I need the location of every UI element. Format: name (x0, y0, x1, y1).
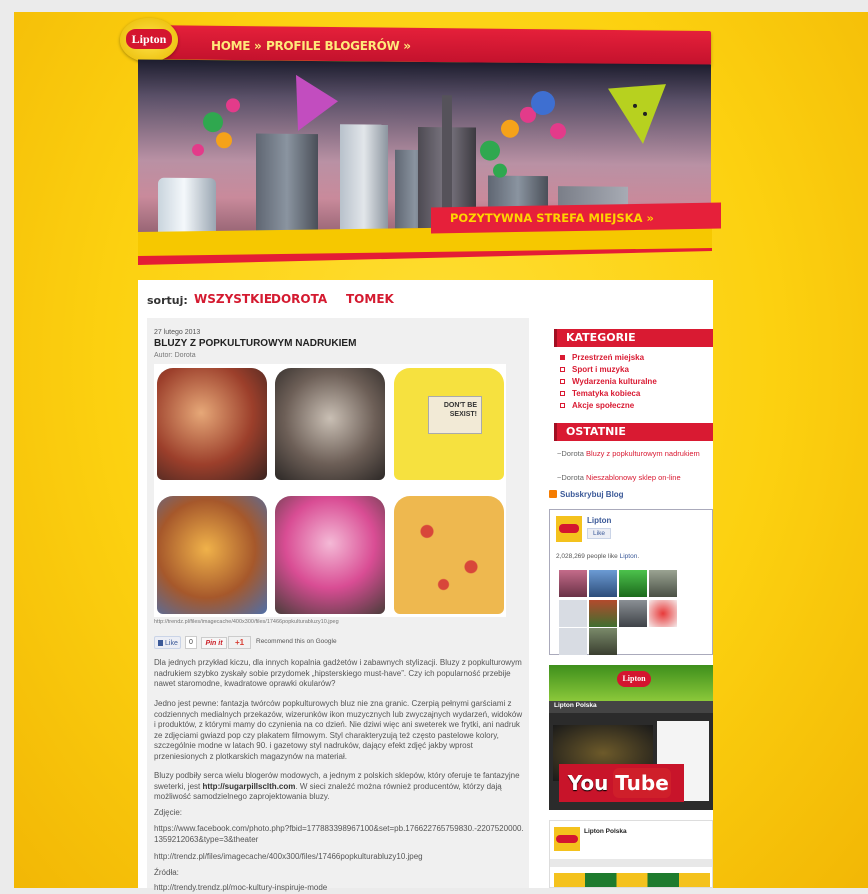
facebook-like-box: Lipton Like 2,028,269 people like Lipton… (549, 509, 713, 655)
article-paragraph-3: Bluzy podbiły serca wielu blogerów modow… (154, 771, 524, 803)
lp-title: Lipton Polska (584, 828, 627, 835)
article-paragraph-1: Dla jednych przykład kiczu, dla innych k… (154, 658, 522, 689)
yt-lipton-badge: Lipton (617, 671, 651, 687)
sweater-photo-3: DON'T BE SEXIST! (394, 368, 504, 480)
sweater-photo-6 (394, 496, 504, 614)
facebook-icon (158, 640, 163, 646)
yt-you-text: You (567, 771, 609, 795)
subscribe-link[interactable]: Subskrybuj Blog (549, 490, 624, 499)
sweater-photo-2 (275, 368, 385, 480)
shirt-print: DON'T BE SEXIST! (428, 396, 482, 434)
photo-source-1[interactable]: https://www.facebook.com/photo.php?fbid=… (154, 824, 524, 845)
sweater-photo-5 (275, 496, 385, 614)
article-photo-grid[interactable]: DON'T BE SEXIST! (154, 364, 506, 617)
recent-title[interactable]: Bluzy z popkulturowym nadrukiem (586, 449, 700, 458)
lp-thumbnail (554, 827, 580, 851)
bullet-icon (560, 355, 565, 360)
lipton-logo[interactable]: Lipton (120, 18, 178, 62)
youtube-logo: You Tube (563, 768, 675, 798)
lipton-page-thumbnail[interactable] (556, 516, 582, 542)
fan-avatar[interactable] (559, 600, 587, 627)
fan-avatar[interactable] (619, 570, 647, 597)
category-label: Tematyka kobieca (572, 389, 641, 398)
sweater-photo-1 (157, 368, 267, 480)
recommend-text: Recommend this on Google (256, 638, 337, 645)
fb-count-text: 2,028,269 people like (556, 553, 620, 560)
youtube-channel-widget[interactable]: Lipton Lipton Polska You Tube (549, 665, 713, 810)
category-item-sport[interactable]: Sport i muzyka (560, 365, 629, 374)
lipton-polska-widget[interactable]: Lipton Polska (549, 820, 713, 888)
nav-home[interactable]: HOME » (211, 39, 262, 53)
fb-count-end: . (637, 553, 640, 560)
sugarpills-link[interactable]: http://sugarpillsclth.com (202, 782, 295, 791)
fan-avatar[interactable] (589, 570, 617, 597)
article-title[interactable]: BLUZY Z POPKULTUROWYM NADRUKIEM (154, 338, 356, 349)
subscribe-label: Subskrybuj Blog (560, 490, 624, 499)
article-date: 27 lutego 2013 (154, 329, 201, 336)
category-label: Akcje społeczne (572, 401, 635, 410)
sort-dorota[interactable]: DOROTA (271, 292, 327, 306)
fb-count-link[interactable]: Lipton (620, 553, 638, 560)
fb-fans-count: 2,028,269 people like Lipton. (556, 553, 639, 560)
bullet-icon (560, 367, 565, 372)
fb-page-name[interactable]: Lipton (587, 516, 611, 525)
logo-text: Lipton (126, 29, 172, 49)
google-plus-button[interactable]: +1 (228, 636, 251, 649)
yt-banner: Lipton (549, 665, 713, 701)
sources-label: Źródła: (154, 868, 179, 877)
category-item-kobieca[interactable]: Tematyka kobieca (560, 389, 640, 398)
fan-avatar[interactable] (589, 628, 617, 655)
rss-icon (549, 490, 557, 498)
fan-avatar[interactable] (619, 600, 647, 627)
fan-avatar[interactable] (559, 628, 587, 655)
bullet-icon (560, 391, 565, 396)
pinterest-button[interactable]: Pin it (201, 637, 227, 649)
recent-author: ~Dorota (557, 473, 586, 482)
category-label: Sport i muzyka (572, 365, 629, 374)
source-link-1[interactable]: http://trendy.trendz.pl/moc-kultury-insp… (154, 883, 524, 894)
facebook-like-button[interactable]: Like (154, 636, 181, 649)
sort-label: sortuj: (147, 294, 188, 307)
photo-caption[interactable]: http://trendz.pl/files/imagecache/400x30… (154, 619, 339, 625)
nav-profile-blogers[interactable]: PROFILE BLOGERÓW » (266, 39, 411, 53)
gplus-label: +1 (234, 638, 245, 647)
recent-heading: OSTATNIE (554, 423, 713, 441)
photo-source-2[interactable]: http://trendz.pl/files/imagecache/400x30… (154, 852, 524, 863)
yt-page-title: Lipton Polska (554, 702, 597, 709)
fan-avatar[interactable] (559, 570, 587, 597)
category-item-akcje[interactable]: Akcje społeczne (560, 401, 634, 410)
article-author: Autor: Dorota (154, 352, 196, 359)
fb-page-like-button[interactable]: Like (587, 528, 611, 539)
bullet-icon (560, 403, 565, 408)
recent-item-2[interactable]: ~Dorota Nieszablonowy sklep on-line (557, 473, 707, 482)
fan-avatar[interactable] (649, 600, 677, 627)
lp-image-strip (554, 873, 710, 887)
fan-avatar[interactable] (589, 600, 617, 627)
bullet-icon (560, 379, 565, 384)
recent-item-1[interactable]: ~Dorota Bluzy z popkulturowym nadrukiem (557, 449, 707, 458)
photo-label: Zdjęcie: (154, 808, 183, 817)
category-label: Przestrzeń miejska (572, 353, 645, 362)
sort-tomek[interactable]: TOMEK (346, 292, 394, 306)
like-label: Like (165, 640, 178, 647)
category-item-wydarzenia[interactable]: Wydarzenia kulturalne (560, 377, 657, 386)
fan-avatar[interactable] (649, 570, 677, 597)
yt-tube-text: Tube (613, 768, 671, 798)
recent-title[interactable]: Nieszablonowy sklep on-line (586, 473, 681, 482)
category-label: Wydarzenia kulturalne (572, 377, 657, 386)
like-count: 0 (185, 636, 197, 649)
lp-tab-bar (550, 859, 712, 867)
strefa-link[interactable]: POZYTYWNA STREFA MIEJSKA » (450, 211, 654, 225)
sort-all[interactable]: WSZYSTKIE (194, 292, 272, 306)
category-item-przestrzen[interactable]: Przestrzeń miejska (560, 353, 644, 362)
categories-heading: KATEGORIE (554, 329, 713, 347)
article-paragraph-2: Jedno jest pewne: fantazja twórców popku… (154, 699, 523, 761)
recent-author: ~Dorota (557, 449, 586, 458)
sweater-photo-4 (157, 496, 267, 614)
